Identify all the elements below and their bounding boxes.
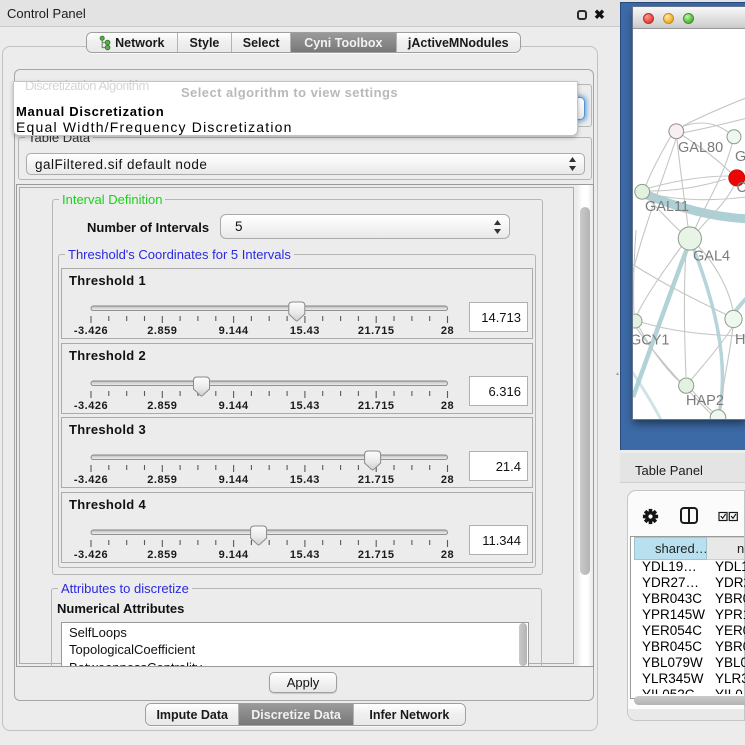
svg-text:21.715: 21.715 (358, 325, 395, 337)
svg-text:15.43: 15.43 (290, 549, 320, 561)
svg-text:9.144: 9.144 (219, 474, 249, 486)
svg-text:2.859: 2.859 (147, 549, 177, 561)
svg-text:H: H (735, 332, 745, 348)
svg-text:9.144: 9.144 (219, 400, 249, 412)
svg-text:28: 28 (441, 400, 454, 412)
svg-text:15.43: 15.43 (290, 474, 320, 486)
svg-text:21.715: 21.715 (358, 549, 395, 561)
svg-text:28: 28 (441, 325, 454, 337)
svg-text:GAL11: GAL11 (645, 199, 689, 215)
svg-text:2.859: 2.859 (147, 474, 177, 486)
svg-text:GAL80: GAL80 (678, 140, 723, 156)
svg-text:C: C (737, 180, 745, 196)
svg-text:-3.426: -3.426 (74, 325, 108, 337)
svg-text:-3.426: -3.426 (74, 474, 108, 486)
svg-text:28: 28 (441, 549, 454, 561)
svg-text:2.859: 2.859 (147, 400, 177, 412)
svg-text:-3.426: -3.426 (74, 549, 108, 561)
svg-text:15.43: 15.43 (290, 400, 320, 412)
svg-text:-3.426: -3.426 (74, 400, 108, 412)
svg-text:GAL4: GAL4 (693, 249, 730, 265)
svg-text:15.43: 15.43 (290, 325, 320, 337)
svg-text:HAP2: HAP2 (686, 393, 724, 409)
svg-text:2.859: 2.859 (147, 325, 177, 337)
svg-text:9.144: 9.144 (219, 549, 249, 561)
svg-text:G.: G. (735, 149, 745, 165)
svg-text:21.715: 21.715 (358, 474, 395, 486)
svg-text:28: 28 (441, 474, 454, 486)
svg-text:9.144: 9.144 (219, 325, 249, 337)
svg-text:GCY1: GCY1 (633, 333, 670, 349)
svg-text:21.715: 21.715 (358, 400, 395, 412)
